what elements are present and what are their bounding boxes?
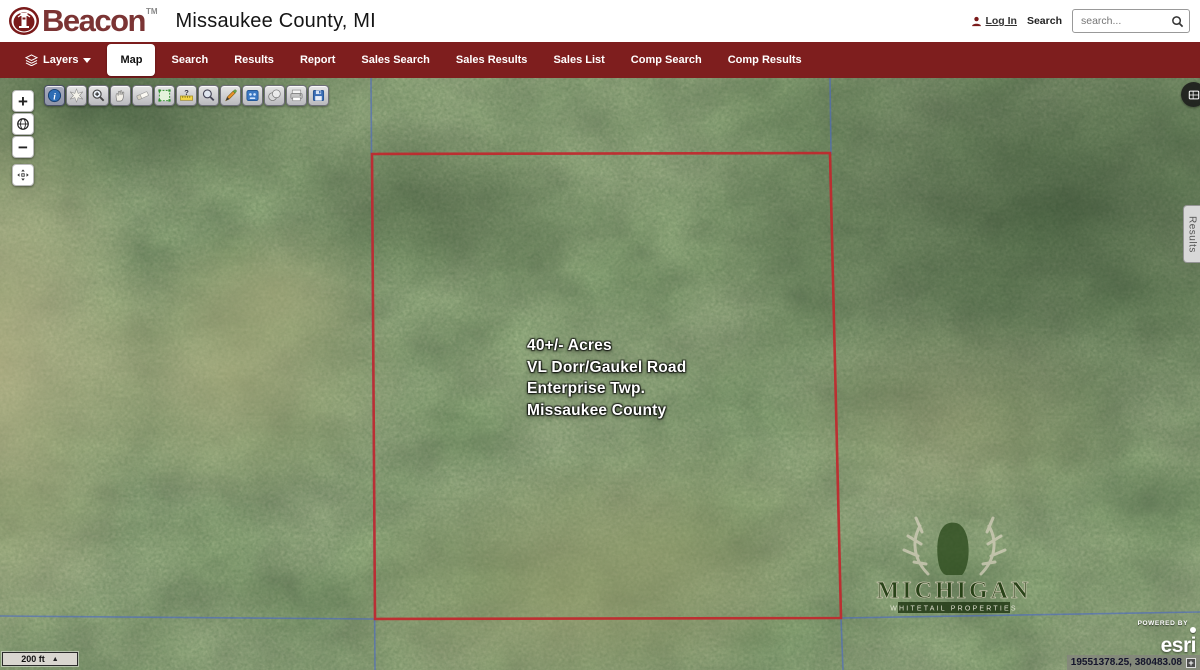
coordinates-value: 19551378.25, 380483.08 xyxy=(1071,657,1182,668)
marquee-icon xyxy=(157,88,172,103)
annotation-line-acres: 40+/- Acres xyxy=(527,335,686,357)
save-tool-button[interactable] xyxy=(308,85,329,106)
floppy-icon xyxy=(311,88,326,103)
layers-icon xyxy=(25,54,38,66)
coordinates-toggle-icon[interactable]: + xyxy=(1186,658,1196,668)
search-icon[interactable] xyxy=(1171,15,1184,28)
page-title: Missaukee County, MI xyxy=(176,10,376,33)
identify-results-tool-button[interactable] xyxy=(242,85,263,106)
tab-search[interactable]: Search xyxy=(158,42,221,78)
tab-sales-results[interactable]: Sales Results xyxy=(443,42,541,78)
chevron-down-icon xyxy=(83,58,91,63)
starburst-icon xyxy=(69,88,84,103)
main-navbar: Layers Map Search Results Report Sales S… xyxy=(0,42,1200,78)
info-icon: i xyxy=(47,88,62,103)
minus-icon: − xyxy=(18,139,28,156)
tab-comp-search[interactable]: Comp Search xyxy=(618,42,715,78)
watermark-title: MICHIGAN xyxy=(877,578,1032,604)
mini-map-icon xyxy=(1188,89,1200,101)
scalebar[interactable]: 200 ft ▲ xyxy=(2,652,78,666)
michigan-whitetail-watermark: MICHIGAN WHITETAIL PROPERTIES xyxy=(862,512,1047,616)
esri-logo: esri xyxy=(1138,638,1196,653)
tab-report[interactable]: Report xyxy=(287,42,348,78)
esri-dot-icon xyxy=(1190,627,1196,633)
print-tool-button[interactable] xyxy=(286,85,307,106)
tab-comp-results[interactable]: Comp Results xyxy=(715,42,815,78)
scalebar-label: 200 ft xyxy=(21,654,45,664)
michigan-silhouette xyxy=(937,523,968,575)
search-box xyxy=(1072,9,1190,33)
tab-sales-search[interactable]: Sales Search xyxy=(348,42,443,78)
property-annotation: 40+/- Acres VL Dorr/Gaukel Road Enterpri… xyxy=(527,335,686,421)
zoom-in-button[interactable]: + xyxy=(12,90,34,112)
person-icon xyxy=(971,16,982,27)
layers-label: Layers xyxy=(43,54,78,66)
annotation-line-road: VL Dorr/Gaukel Road xyxy=(527,357,686,379)
measure-tool-button[interactable]: ? xyxy=(176,85,197,106)
zoom-window-tool-button[interactable] xyxy=(198,85,219,106)
panel-icon xyxy=(245,88,260,103)
magnifier-icon xyxy=(201,88,216,103)
beacon-logo-group[interactable]: Beacon TM xyxy=(8,3,158,39)
app-header: Beacon TM Missaukee County, MI Log In Se… xyxy=(0,0,1200,42)
identify-tool-button[interactable]: i xyxy=(44,85,65,106)
esri-attribution[interactable]: POWERED BY esri xyxy=(1138,620,1196,653)
ruler-icon: ? xyxy=(179,88,194,103)
printer-icon xyxy=(289,88,304,103)
eraser-icon xyxy=(135,88,150,103)
login-link[interactable]: Log In xyxy=(971,15,1017,27)
circles-icon xyxy=(267,88,282,103)
markup-tool-button[interactable] xyxy=(220,85,241,106)
svg-text:i: i xyxy=(53,92,56,102)
zoom-selection-tool-button[interactable] xyxy=(88,85,109,106)
tab-map[interactable]: Map xyxy=(107,44,155,76)
corner-widget-button[interactable] xyxy=(1181,82,1200,107)
pencil-icon xyxy=(223,88,238,103)
results-side-tab[interactable]: Results xyxy=(1183,205,1200,263)
brand-name: Beacon xyxy=(42,3,145,39)
select-area-tool-button[interactable] xyxy=(154,85,175,106)
annotation-line-county: Missaukee County xyxy=(527,400,686,422)
coordinates-readout: 19551378.25, 380483.08 + xyxy=(1067,655,1200,670)
full-extent-button[interactable] xyxy=(12,113,34,135)
hand-icon xyxy=(113,88,128,103)
tab-results[interactable]: Results xyxy=(221,42,287,78)
annotation-line-township: Enterprise Twp. xyxy=(527,378,686,400)
triangle-up-icon: ▲ xyxy=(52,656,59,663)
zoom-plus-icon xyxy=(91,88,106,103)
buffer-tool-button[interactable] xyxy=(264,85,285,106)
header-actions: Log In Search xyxy=(971,9,1190,33)
trademark: TM xyxy=(146,7,158,16)
map-viewport[interactable]: MICHIGAN WHITETAIL PROPERTIES 40+/- Acre… xyxy=(0,78,1200,670)
tab-sales-list[interactable]: Sales List xyxy=(540,42,617,78)
results-tab-label: Results xyxy=(1187,216,1198,253)
login-label[interactable]: Log In xyxy=(985,15,1017,27)
layers-menu[interactable]: Layers xyxy=(12,42,104,78)
search-input[interactable] xyxy=(1081,15,1171,27)
header-search-link[interactable]: Search xyxy=(1027,15,1062,27)
beacon-logo-icon xyxy=(8,5,40,37)
zoom-out-button[interactable]: − xyxy=(12,136,34,158)
move-crosshair-icon xyxy=(16,168,30,182)
pan-to-location-button[interactable] xyxy=(12,164,34,186)
eraser-tool-button[interactable] xyxy=(132,85,153,106)
globe-icon xyxy=(16,117,30,131)
watermark-subtitle: WHITETAIL PROPERTIES xyxy=(890,606,1018,613)
select-point-tool-button[interactable] xyxy=(66,85,87,106)
pan-tool-button[interactable] xyxy=(110,85,131,106)
plus-icon: + xyxy=(18,93,28,110)
beacon-app: Beacon TM Missaukee County, MI Log In Se… xyxy=(0,0,1200,670)
map-toolbar: i xyxy=(44,85,329,106)
powered-by-label: POWERED BY xyxy=(1138,620,1188,627)
